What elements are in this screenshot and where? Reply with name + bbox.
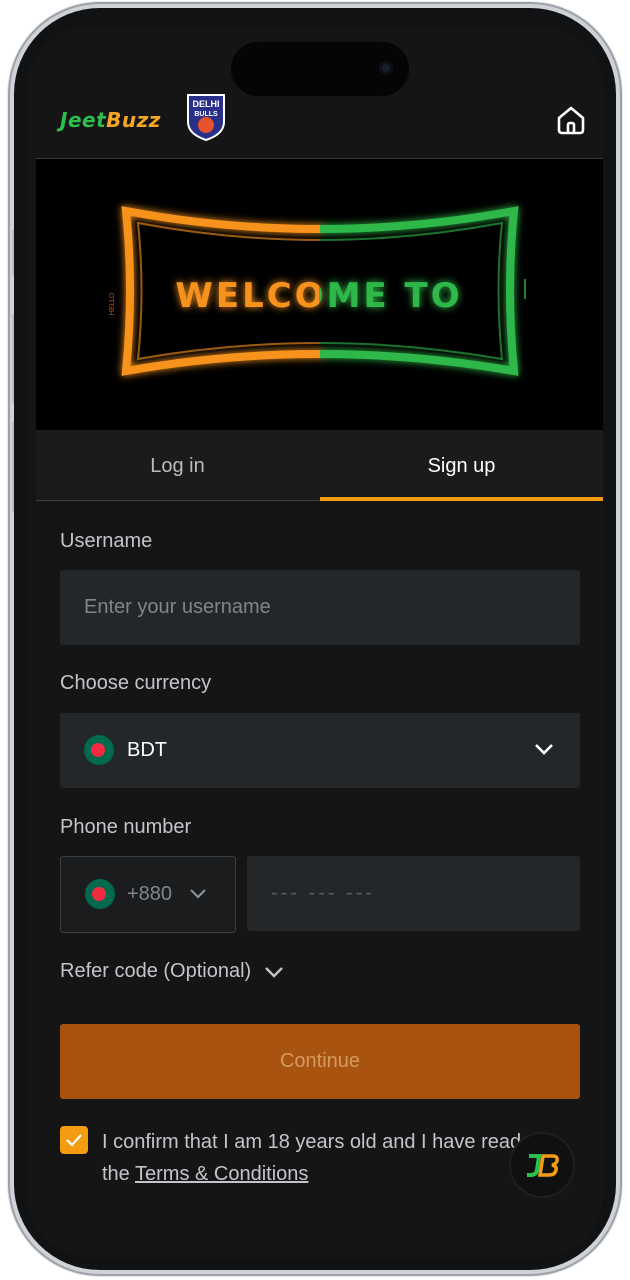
checkmark-icon xyxy=(66,1134,82,1147)
confirm-text: I confirm that I am 18 years old and I h… xyxy=(102,1131,522,1153)
chevron-down-icon xyxy=(264,967,283,978)
banner-headline: WELCOME TO xyxy=(175,276,462,316)
jb-floating-button[interactable] xyxy=(511,1134,573,1196)
dial-code-value: +880 xyxy=(127,883,173,905)
dial-code-select[interactable]: +880 xyxy=(60,856,236,933)
refer-code-label: Refer code (Optional) xyxy=(60,960,252,982)
age-confirm-text-block: I confirm that I am 18 years old and I h… xyxy=(102,1126,572,1190)
confirm-the: the xyxy=(102,1163,130,1185)
phone-placeholder: --- --- --- xyxy=(271,882,376,904)
badge-text-bottom: BULLS xyxy=(194,111,218,118)
camera-icon xyxy=(379,61,393,75)
username-input[interactable]: Enter your username xyxy=(60,570,580,645)
welcome-banner-graphic: WELCOME TO HELLO xyxy=(108,206,526,376)
home-icon[interactable] xyxy=(555,104,587,136)
continue-button[interactable]: Continue xyxy=(60,1024,580,1099)
jeetbuzz-logo[interactable]: JeetBuzz xyxy=(60,108,161,132)
currency-label: Choose currency xyxy=(60,672,212,694)
badge-text-top: DELHI xyxy=(193,99,220,109)
tab-login[interactable]: Log in xyxy=(36,430,319,500)
banner-side-bars xyxy=(524,279,526,299)
chevron-down-icon xyxy=(535,744,553,755)
bangladesh-flag-icon xyxy=(84,735,114,765)
refer-code-toggle[interactable]: Refer code (Optional) xyxy=(60,960,283,983)
phone-input[interactable]: --- --- --- xyxy=(247,856,580,931)
terms-link[interactable]: Terms & Conditions xyxy=(135,1163,308,1185)
logo-text-jeet: Jeet xyxy=(60,108,107,132)
top-header: JeetBuzz DELHI BULLS xyxy=(36,86,603,159)
welcome-banner: WELCOME TO HELLO xyxy=(36,159,603,430)
auth-tabs: Log in Sign up xyxy=(36,430,603,501)
currency-value: BDT xyxy=(127,739,167,761)
username-placeholder: Enter your username xyxy=(84,596,271,618)
delhi-bulls-badge-icon: DELHI BULLS xyxy=(187,94,225,142)
age-confirm-checkbox[interactable] xyxy=(60,1126,88,1154)
logo-text-buzz: Buzz xyxy=(106,108,161,132)
jb-logo-icon xyxy=(527,1154,559,1177)
tab-signup[interactable]: Sign up xyxy=(320,430,603,500)
username-label: Username xyxy=(60,530,153,552)
chevron-down-icon xyxy=(190,889,206,899)
phone-label: Phone number xyxy=(60,816,192,838)
banner-side-text: HELLO xyxy=(108,292,116,315)
currency-select[interactable]: BDT xyxy=(60,713,580,788)
active-tab-indicator xyxy=(320,497,603,501)
bangladesh-flag-icon xyxy=(85,879,115,909)
screen: JeetBuzz DELHI BULLS WELCOME TO HELLO Lo… xyxy=(27,26,603,1258)
